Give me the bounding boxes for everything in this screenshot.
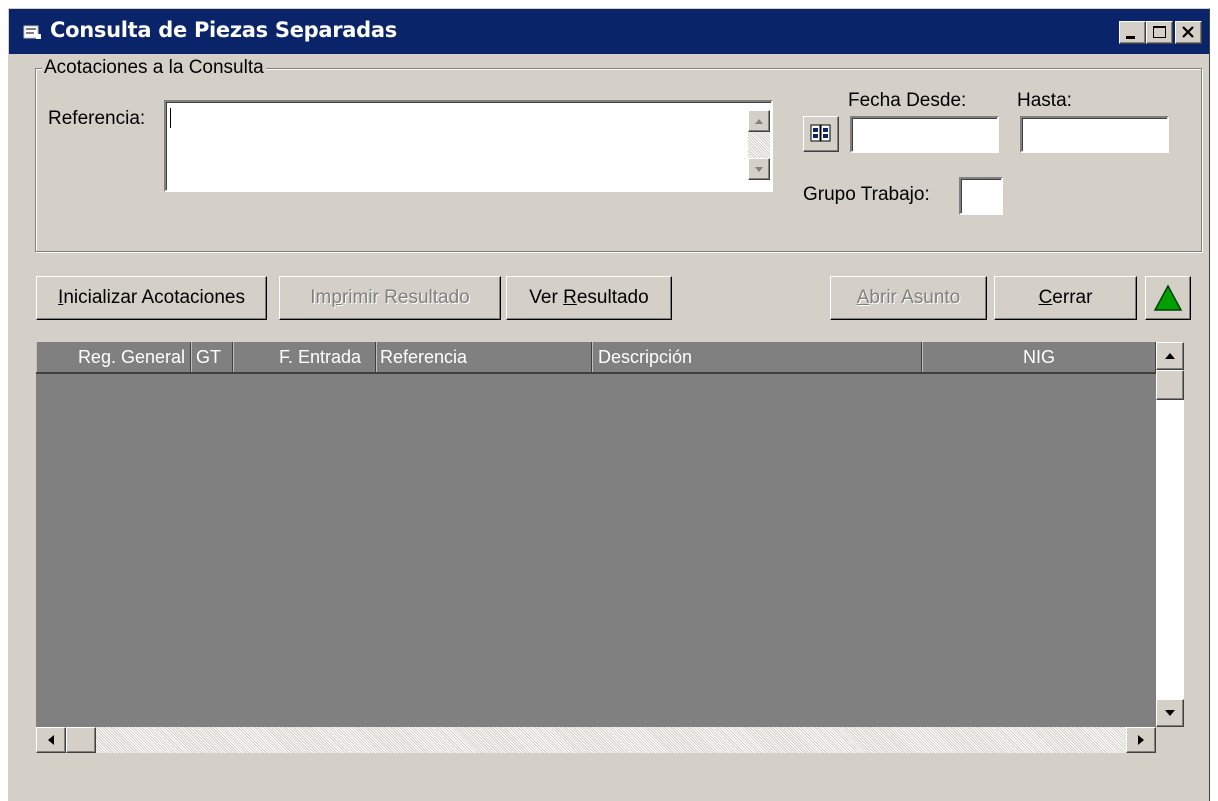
ver-resultado-label: Ver Resultado xyxy=(529,287,649,308)
column-header-gt[interactable]: GT xyxy=(191,342,233,372)
grid-vscroll-track[interactable] xyxy=(1156,400,1184,699)
close-icon xyxy=(1182,26,1194,38)
grupo-trabajo-input[interactable] xyxy=(959,177,1003,215)
grid-scroll-up-button[interactable] xyxy=(1156,342,1184,370)
abrir-asunto-button[interactable]: Abrir Asunto xyxy=(830,276,987,320)
arrow-down-icon xyxy=(1165,710,1175,716)
column-header-descripcion[interactable]: Descripción xyxy=(592,342,922,372)
hasta-label: Hasta: xyxy=(1017,90,1072,111)
maximize-button[interactable] xyxy=(1146,21,1173,44)
filters-group-label: Acotaciones a la Consulta xyxy=(42,57,266,79)
fecha-desde-label: Fecha Desde: xyxy=(848,90,967,111)
grid-scroll-down-button[interactable] xyxy=(1156,699,1184,727)
column-header-reg-general[interactable]: Reg. General xyxy=(36,342,191,372)
text-caret xyxy=(170,108,171,128)
hasta-input[interactable] xyxy=(1020,116,1169,153)
minimize-icon xyxy=(1126,36,1135,39)
grid-vscroll-thumb[interactable] xyxy=(1156,370,1184,400)
grid-header: Reg. General GT F. Entrada Referencia De… xyxy=(36,342,1156,374)
arrow-down-icon xyxy=(755,167,763,172)
folder-app-icon xyxy=(23,23,43,41)
cerrar-button[interactable]: Cerrar xyxy=(994,276,1137,320)
imprimir-resultado-label: Imprimir Resultado xyxy=(310,287,470,308)
results-grid[interactable]: Reg. General GT F. Entrada Referencia De… xyxy=(36,342,1156,727)
arrow-up-icon xyxy=(755,119,763,124)
referencia-scroll-up-button[interactable] xyxy=(748,110,770,132)
main-window: Consulta de Piezas Separadas Acotaciones… xyxy=(8,8,1210,801)
grupo-trabajo-label: Grupo Trabajo: xyxy=(803,184,930,205)
maximize-icon xyxy=(1153,26,1166,38)
referencia-label: Referencia: xyxy=(48,108,146,129)
grid-scroll-left-button[interactable] xyxy=(36,727,66,753)
ver-resultado-button[interactable]: Ver Resultado xyxy=(506,276,672,320)
inicializar-acotaciones-button[interactable]: Inicializar Acotaciones xyxy=(36,276,267,320)
minimize-button[interactable] xyxy=(1119,21,1146,44)
cerrar-label: Cerrar xyxy=(1038,287,1093,308)
referencia-scroll-down-button[interactable] xyxy=(748,158,770,180)
referencia-scroll-track[interactable] xyxy=(748,132,770,158)
grid-scroll-right-button[interactable] xyxy=(1126,727,1156,753)
grid-hscroll-thumb[interactable] xyxy=(66,727,96,753)
arrow-up-icon xyxy=(1165,353,1175,359)
title-bar[interactable]: Consulta de Piezas Separadas xyxy=(9,9,1209,54)
window-title: Consulta de Piezas Separadas xyxy=(50,18,397,42)
up-button[interactable] xyxy=(1145,276,1191,320)
arrow-left-icon xyxy=(48,735,54,745)
arrow-right-icon xyxy=(1138,735,1144,745)
calendar-button[interactable] xyxy=(803,116,839,152)
grid-hscroll-track[interactable] xyxy=(96,727,1126,753)
column-header-f-entrada[interactable]: F. Entrada xyxy=(233,342,376,372)
green-triangle-up-icon xyxy=(1153,284,1183,311)
column-header-referencia[interactable]: Referencia xyxy=(376,342,592,372)
abrir-asunto-label: Abrir Asunto xyxy=(856,287,961,308)
close-button[interactable] xyxy=(1175,21,1202,44)
calendar-icon xyxy=(810,124,831,142)
inicializar-acotaciones-label: Inicializar Acotaciones xyxy=(58,287,245,308)
imprimir-resultado-button[interactable]: Imprimir Resultado xyxy=(279,276,501,320)
column-header-nig[interactable]: NIG xyxy=(922,342,1156,372)
fecha-desde-input[interactable] xyxy=(850,116,999,153)
referencia-textarea[interactable] xyxy=(164,100,773,192)
